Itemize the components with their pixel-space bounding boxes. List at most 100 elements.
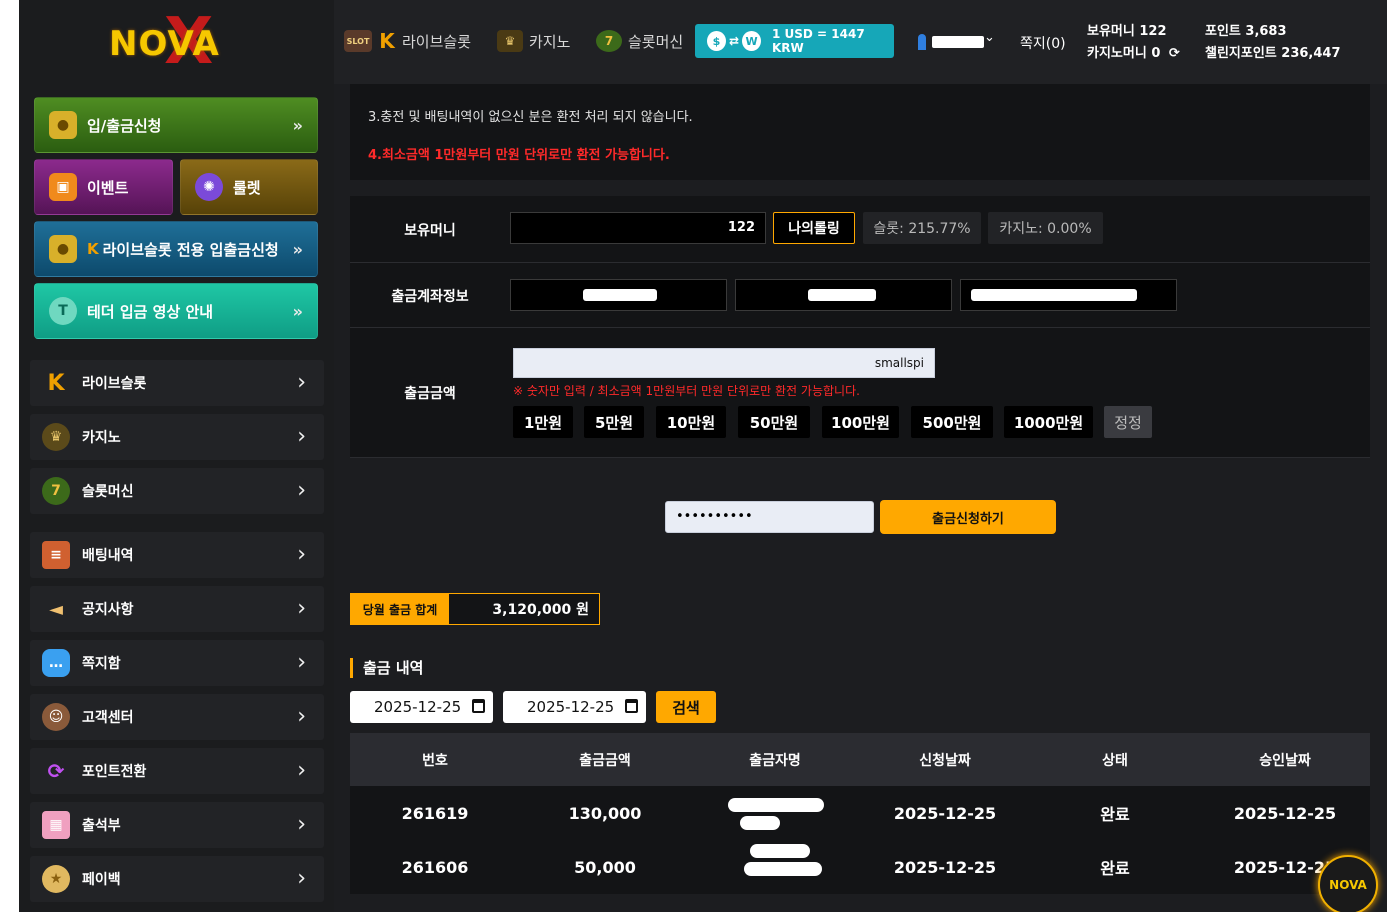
refresh-icon[interactable]: ⟳ (1169, 46, 1180, 61)
sidebar: X NOVA ● 입/출금신청 » ▣ 이벤트 ✺ 룰렛 ● K 라이브슬롯 전… (19, 0, 334, 912)
withdraw-history-table: 번호 출금금액 출금자명 신청날짜 상태 승인날짜 261619 130,000… (350, 733, 1370, 894)
messages-link[interactable]: 쪽지(0) (1020, 33, 1066, 53)
deposit-withdraw-button[interactable]: ● 입/출금신청 » (34, 97, 318, 153)
cell-status: 완료 (1100, 859, 1130, 878)
exchange-rate-box[interactable]: $ ⇄ W 1 USD = 1447 KRW (695, 24, 894, 58)
redaction-scribble (744, 862, 822, 876)
slot-machine-icon: 7 (42, 477, 70, 505)
main-content: SLOT K 라이브슬롯 ♛ 카지노 7 슬롯머신 $ ⇄ W 1 USD = … (334, 0, 1387, 912)
exchange-icon: ⟳ (47, 759, 65, 783)
amount-5m-button[interactable]: 500만원 (911, 406, 993, 438)
sidebar-item-label: 출석부 (82, 818, 121, 834)
event-button[interactable]: ▣ 이벤트 (34, 159, 173, 215)
amount-1m-button[interactable]: 100만원 (822, 406, 899, 438)
amount-50k-button[interactable]: 5만원 (584, 406, 644, 438)
cell-status: 완료 (1100, 805, 1130, 824)
sidebar-item-label: 포인트전환 (82, 764, 147, 780)
search-button[interactable]: 검색 (656, 691, 716, 723)
attendance-icon: ▦ (42, 811, 70, 839)
withdraw-history-title: 출금 내역 (350, 658, 423, 678)
topnav-live-slot[interactable]: SLOT K 라이브슬롯 (344, 29, 471, 53)
roulette-button[interactable]: ✺ 룰렛 (180, 159, 318, 215)
live-slot-deposit-button[interactable]: ● K 라이브슬롯 전용 입출금신청 » (34, 221, 318, 277)
redaction-scribble (740, 816, 780, 830)
date-to-value: 2025-12-25 (527, 698, 615, 716)
chevron-right-icon: › (297, 650, 306, 675)
sidebar-item-label: 슬롯머신 (82, 484, 134, 500)
sidebar-item-casino[interactable]: ♛ 카지노 › (30, 414, 324, 460)
chevron-right-icon: › (297, 424, 306, 449)
amount-10m-button[interactable]: 1000만원 (1004, 406, 1093, 438)
sidebar-item-live-slot[interactable]: K 라이브슬롯 › (30, 360, 324, 406)
sidebar-item-messages[interactable]: … 쪽지함 › (30, 640, 324, 686)
sidebar-item-notice[interactable]: ◄ 공지사항 › (30, 586, 324, 632)
exchange-rate-text: 1 USD = 1447 KRW (772, 27, 865, 55)
sidebar-item-attendance[interactable]: ▦ 출석부 › (30, 802, 324, 848)
cell-number: 261606 (401, 857, 469, 877)
date-to-input[interactable]: 2025-12-25 (503, 691, 646, 723)
sidebar-item-betting-history[interactable]: ≡ 배팅내역 › (30, 532, 324, 578)
my-rolling-button[interactable]: 나의롤링 (773, 212, 855, 244)
user-icon (918, 34, 926, 50)
roulette-icon: ✺ (195, 173, 223, 201)
holding-money-row: 보유머니 122 나의롤링 슬롯: 215.77% 카지노: 0.00% (350, 196, 1370, 263)
holding-money-label: 보유머니 (404, 223, 456, 239)
live-slot-deposit-label: 라이브슬롯 전용 입출금신청 (102, 240, 279, 259)
won-icon: W (742, 31, 761, 51)
chevron-right-icon: › (297, 758, 306, 783)
sidebar-item-slot-machine[interactable]: 7 슬롯머신 › (30, 468, 324, 514)
tether-guide-label: 테더 입금 영상 안내 (87, 302, 214, 321)
topnav-casino[interactable]: ♛ 카지노 (497, 30, 570, 52)
amount-500k-button[interactable]: 50만원 (738, 406, 810, 438)
calendar-icon[interactable] (625, 699, 638, 713)
user-menu[interactable]: ⌄ (914, 30, 995, 50)
monthly-withdraw-total: 당월 출금 합계 3,120,000 원 (350, 593, 600, 625)
floating-nova-logo[interactable]: NOVA (1318, 855, 1378, 912)
casino-icon: ♛ (42, 423, 70, 451)
withdraw-amount-row: 출금금액 smallspi ※ 숫자만 입력 / 최소금액 1만원부터 만원 단… (350, 328, 1370, 458)
nova-logo[interactable]: X NOVA (109, 10, 249, 82)
sidebar-item-point-exchange[interactable]: ⟳ 포인트전환 › (30, 748, 324, 794)
sidebar-item-label: 공지사항 (82, 602, 134, 618)
col-approved-date: 승인날짜 (1259, 752, 1311, 769)
chevron-right-icon: › (297, 596, 306, 621)
col-name: 출금자명 (749, 752, 801, 769)
tether-guide-button[interactable]: T 테더 입금 영상 안내 » (34, 283, 318, 339)
withdraw-submit-button[interactable]: 출금신청하기 (880, 500, 1056, 534)
withdraw-amount-input[interactable]: smallspi (513, 348, 935, 378)
cell-name-redacted (690, 786, 860, 840)
money-info: 보유머니 122 카지노머니 0 ⟳ (1087, 21, 1180, 65)
chevron-right-icon: › (297, 812, 306, 837)
password-input[interactable]: •••••••••• (665, 501, 874, 533)
casino-money: 카지노머니 0 (1087, 46, 1161, 61)
support-agent-icon: ☺ (42, 703, 70, 731)
casino-rolling-chip: 카지노: 0.00% (988, 212, 1103, 244)
account-holder-field (735, 279, 952, 311)
top-bar: SLOT K 라이브슬롯 ♛ 카지노 7 슬롯머신 $ ⇄ W 1 USD = … (334, 0, 1387, 84)
account-holder-redacted (808, 289, 876, 301)
topnav-slot-machine[interactable]: 7 슬롯머신 (596, 30, 683, 52)
slot-rolling-chip: 슬롯: 215.77% (863, 212, 981, 244)
amount-100k-button[interactable]: 10만원 (656, 406, 726, 438)
col-number: 번호 (422, 752, 448, 769)
reset-amount-button[interactable]: 정정 (1104, 406, 1152, 438)
withdraw-amount-hint: ※ 숫자만 입력 / 최소금액 1만원부터 만원 단위로만 환전 가능합니다. (513, 384, 860, 398)
cell-amount: 130,000 (568, 803, 642, 823)
amount-10k-button[interactable]: 1만원 (513, 406, 573, 438)
deposit-withdraw-label: 입/출금신청 (87, 116, 162, 135)
slot-machine-icon: 7 (596, 30, 622, 52)
dollar-icon: $ (707, 31, 726, 51)
date-from-input[interactable]: 2025-12-25 (350, 691, 493, 723)
sidebar-item-support[interactable]: ☺ 고객센터 › (30, 694, 324, 740)
cell-request-date: 2025-12-25 (893, 857, 997, 877)
chevron-right-icon: › (297, 704, 306, 729)
coins-icon: ● (49, 235, 77, 263)
sidebar-item-label: 카지노 (82, 430, 121, 446)
bank-name-redacted (583, 289, 657, 301)
betting-history-icon: ≡ (42, 541, 70, 569)
sidebar-item-payback[interactable]: ★ 페이백 › (30, 856, 324, 902)
monthly-total-label: 당월 출금 합계 (351, 594, 449, 624)
calendar-icon[interactable] (472, 699, 485, 713)
account-number-redacted (971, 289, 1137, 301)
holding-money-field: 122 (510, 212, 766, 244)
